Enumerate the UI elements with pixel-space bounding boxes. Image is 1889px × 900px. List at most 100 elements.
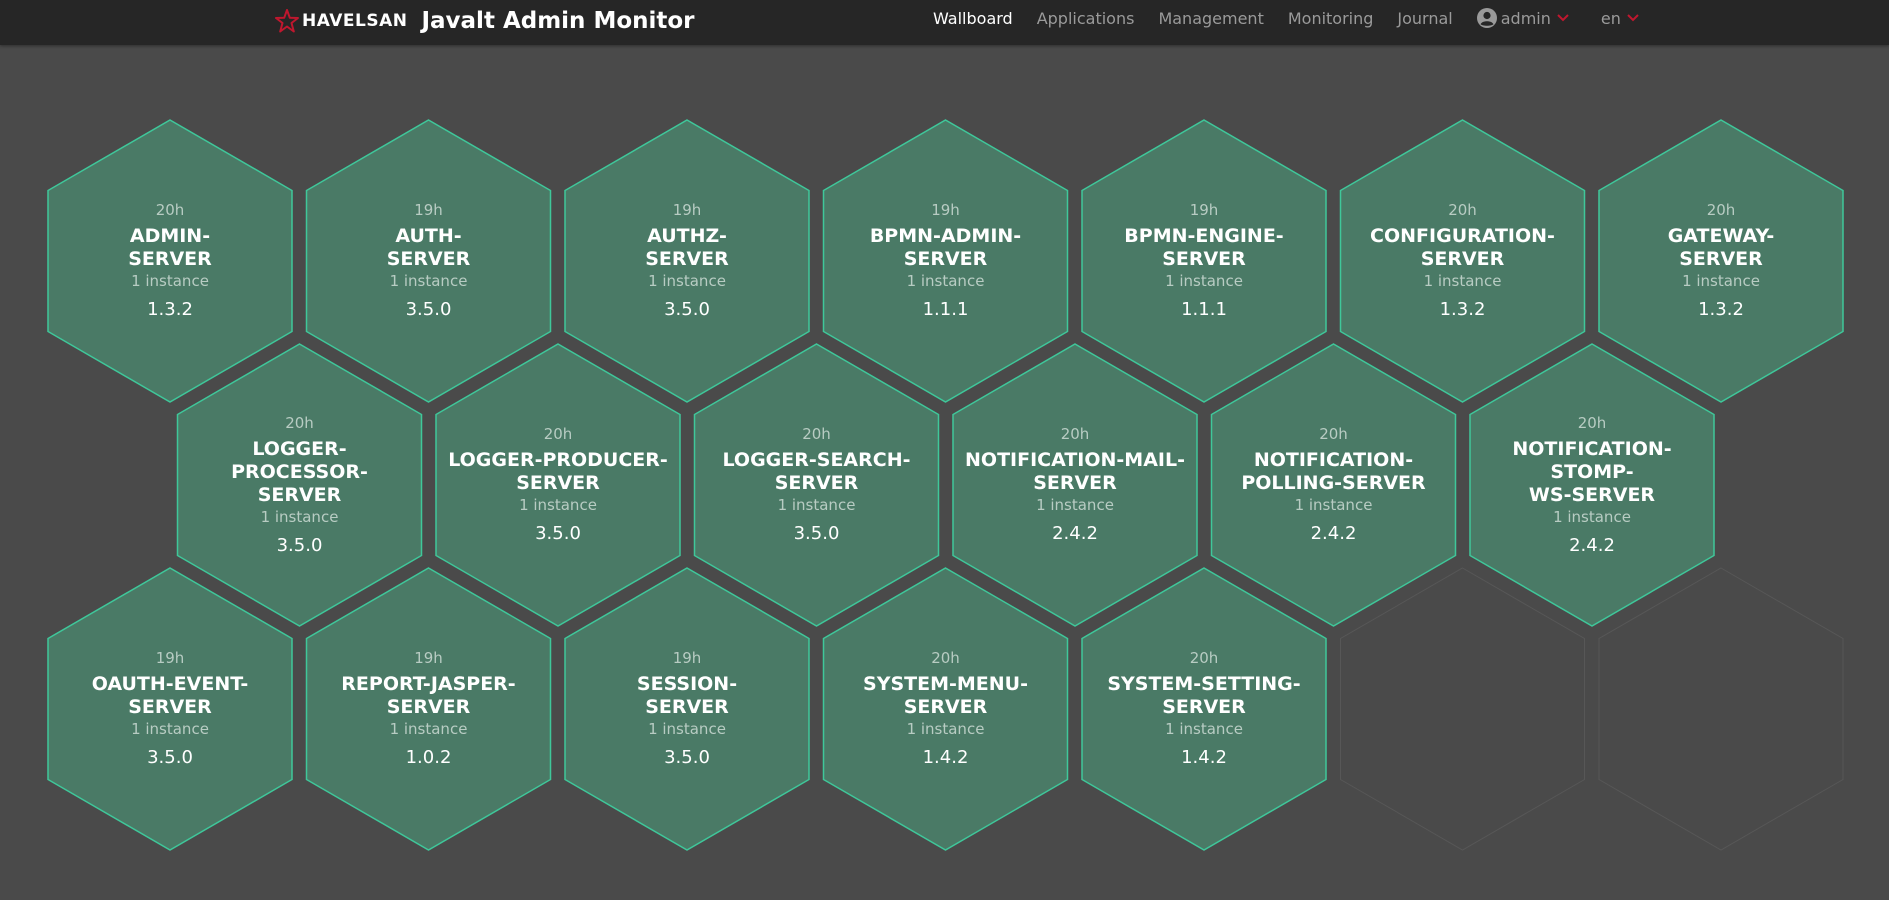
tile-name: OAUTH-EVENT- SERVER — [91, 673, 249, 718]
tile-instances: 1 instance — [1682, 272, 1760, 290]
tile-uptime: 20h — [155, 201, 185, 219]
tile-name: GATEWAY- SERVER — [1667, 225, 1775, 270]
tile-instances: 1 instance — [1553, 507, 1631, 526]
tile-name: NOTIFICATION-MAIL- SERVER — [965, 449, 1185, 494]
tile-instances: 1 instance — [131, 720, 209, 738]
application-tile[interactable]: 20h GATEWAY- SERVER 1 instance 1.3.2 — [1606, 151, 1836, 371]
application-tile[interactable]: 20h LOGGER-PROCESSOR- SERVER 1 instance 3.5… — [185, 375, 415, 595]
tile-name: LOGGER-PRODUCER- SERVER — [448, 449, 668, 494]
tile-version: 1.0.2 — [405, 747, 452, 768]
application-tile[interactable]: 20h NOTIFICATION- POLLING-SERVER 1 instanc… — [1219, 375, 1449, 595]
tile-version: 1.4.2 — [1181, 747, 1227, 768]
havelsan-logo: HAVELSAN — [275, 9, 407, 33]
user-avatar-icon — [1476, 8, 1497, 28]
tile-name: LOGGER-SEARCH- SERVER — [722, 449, 911, 494]
nav-applications[interactable]: Applications — [1037, 9, 1135, 28]
application-tile[interactable]: 19h OAUTH-EVENT- SERVER 1 instance 3.5.0 — [55, 599, 285, 819]
tile-instances: 1 instance — [389, 272, 468, 290]
application-tile[interactable]: 20h CONFIGURATION- SERVER 1 instance 1.3.2 — [1348, 151, 1578, 371]
tile-instances: 1 instance — [648, 720, 726, 738]
tile-name: BPMN-ENGINE- SERVER — [1124, 225, 1284, 270]
tile-version: 3.5.0 — [793, 523, 840, 544]
nav-management[interactable]: Management — [1158, 9, 1263, 28]
company-name: HAVELSAN — [302, 11, 408, 31]
tile-version: 3.5.0 — [664, 747, 710, 768]
tile-uptime: 19h — [414, 649, 443, 667]
tile-name: AUTH- SERVER — [386, 225, 471, 270]
tile-uptime: 20h — [543, 425, 573, 443]
tile-instances: 1 instance — [1165, 272, 1243, 290]
application-tile[interactable]: 20h SYSTEM-SETTING- SERVER 1 instance 1.4.2 — [1089, 599, 1319, 819]
tile-instances: 1 instance — [906, 272, 985, 290]
tile-instances: 1 instance — [131, 272, 209, 290]
tile-uptime: 20h — [1577, 413, 1607, 432]
tile-version: 1.3.2 — [147, 299, 193, 320]
application-tile[interactable]: 20h NOTIFICATION-MAIL- SERVER 1 instance 2.… — [960, 375, 1190, 595]
main-nav: Wallboard Applications Management Monito… — [933, 8, 1639, 28]
application-tile[interactable]: 20h SYSTEM-MENU- SERVER 1 instance 1.4.2 — [831, 599, 1061, 819]
empty-hex — [1340, 567, 1585, 851]
application-tile[interactable]: 20h ADMIN- SERVER 1 instance 1.3.2 — [55, 151, 285, 371]
brand[interactable]: HAVELSAN Javalt Admin Monitor — [275, 3, 695, 39]
application-tile[interactable]: 20h LOGGER-PRODUCER- SERVER 1 instance 3.5.… — [443, 375, 673, 595]
tile-instances: 1 instance — [260, 507, 339, 526]
application-tile[interactable]: 19h BPMN-ADMIN- SERVER 1 instance 1.1.1 — [831, 151, 1061, 371]
tile-uptime: 20h — [1448, 201, 1477, 219]
tile-version: 1.1.1 — [922, 299, 969, 320]
tile-uptime: 19h — [1189, 201, 1219, 219]
tile-uptime: 19h — [155, 649, 185, 667]
tile-instances: 1 instance — [519, 496, 597, 514]
tile-instances: 1 instance — [389, 720, 468, 738]
chevron-down-icon — [1557, 14, 1569, 22]
tile-instances: 1 instance — [906, 720, 985, 738]
application-tile[interactable]: 19h SESSION- SERVER 1 instance 3.5.0 — [572, 599, 802, 819]
chevron-down-icon — [1627, 14, 1639, 22]
tile-uptime: 19h — [672, 649, 702, 667]
tile-version: 1.3.2 — [1439, 299, 1486, 320]
tile-version: 1.4.2 — [922, 747, 969, 768]
tile-name: ADMIN- SERVER — [128, 225, 212, 270]
tile-version: 3.5.0 — [276, 534, 323, 556]
tile-uptime: 20h — [285, 413, 314, 432]
star-logo-icon — [275, 9, 299, 33]
tile-uptime: 20h — [931, 649, 960, 667]
tile-instances: 1 instance — [648, 272, 726, 290]
tile-uptime: 19h — [672, 201, 702, 219]
app-title: Javalt Admin Monitor — [421, 8, 695, 34]
application-tile[interactable]: 19h REPORT-JASPER- SERVER 1 instance 1.0.2 — [314, 599, 544, 819]
tile-name: SESSION- SERVER — [636, 673, 738, 718]
tile-name: SYSTEM-MENU- SERVER — [863, 673, 1028, 718]
top-navbar: HAVELSAN Javalt Admin Monitor Wallboard … — [0, 0, 1889, 45]
application-tile[interactable]: 20h LOGGER-SEARCH- SERVER 1 instance 3.5.0 — [702, 375, 932, 595]
application-tile[interactable]: 20h NOTIFICATION-STOMP- WS-SERVER 1 instan… — [1477, 375, 1707, 595]
language-label: en — [1600, 8, 1621, 28]
tile-version: 3.5.0 — [147, 747, 193, 768]
application-tile[interactable]: 19h AUTH- SERVER 1 instance 3.5.0 — [314, 151, 544, 371]
application-tile[interactable]: 19h AUTHZ- SERVER 1 instance 3.5.0 — [572, 151, 802, 371]
language-menu[interactable]: en — [1601, 9, 1639, 28]
application-tile[interactable]: 19h BPMN-ENGINE- SERVER 1 instance 1.1.1 — [1089, 151, 1319, 371]
tile-version: 1.3.2 — [1698, 299, 1744, 320]
user-menu[interactable]: admin — [1476, 8, 1573, 28]
tile-version: 2.4.2 — [1310, 523, 1357, 544]
nav-wallboard[interactable]: Wallboard — [933, 9, 1013, 28]
tile-name: NOTIFICATION- POLLING-SERVER — [1241, 449, 1426, 494]
tile-name: NOTIFICATION-STOMP- WS-SERVER — [1512, 437, 1672, 506]
tile-uptime: 20h — [1319, 425, 1348, 443]
nav-journal[interactable]: Journal — [1397, 9, 1452, 28]
tile-uptime: 20h — [802, 425, 831, 443]
tile-version: 3.5.0 — [664, 299, 710, 320]
tile-name: REPORT-JASPER- SERVER — [341, 673, 516, 718]
tile-name: CONFIGURATION- SERVER — [1370, 225, 1555, 270]
wallboard: 20h ADMIN- SERVER 1 instance 1.3.2 19h AUTH- … — [0, 45, 1889, 900]
tile-name: LOGGER-PROCESSOR- SERVER — [231, 437, 368, 506]
nav-monitoring[interactable]: Monitoring — [1288, 9, 1374, 28]
tile-instances: 1 instance — [1423, 272, 1502, 290]
tile-version: 2.4.2 — [1052, 523, 1098, 544]
tile-uptime: 20h — [1060, 425, 1090, 443]
tile-version: 3.5.0 — [405, 299, 452, 320]
tile-version: 3.5.0 — [535, 523, 581, 544]
tile-uptime: 20h — [1189, 649, 1219, 667]
user-name: admin — [1500, 8, 1551, 28]
empty-hex — [1598, 567, 1844, 851]
